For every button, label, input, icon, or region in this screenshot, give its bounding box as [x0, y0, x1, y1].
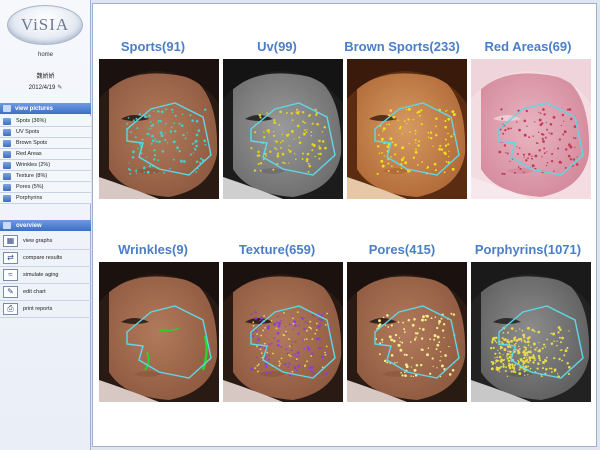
face-image — [99, 59, 219, 199]
overview-button[interactable]: overview — [0, 220, 91, 231]
view-pictures-button[interactable]: view pictures — [0, 103, 91, 114]
view-graphs-button[interactable]: ▦ view graphs — [0, 233, 91, 250]
overview-label: overview — [16, 222, 42, 229]
sidebar-item-spots[interactable]: Spots (36%) — [0, 116, 91, 127]
uv-spots-icon — [3, 128, 11, 136]
face-image — [223, 59, 343, 199]
face-image — [347, 262, 467, 402]
camera-icon — [3, 105, 11, 112]
spots-icon — [3, 117, 11, 125]
red-areas-icon — [3, 150, 11, 158]
sidebar-item-label: Porphyrins — [16, 195, 43, 201]
aging-icon: ≈ — [3, 269, 18, 281]
face-image — [471, 262, 591, 402]
patient-date-text: 2012/4/19 — [28, 85, 56, 91]
tile-title-brown-spots: Brown Sports(233) — [344, 39, 460, 54]
compare-results-button[interactable]: ⇄ compare results — [0, 250, 91, 267]
edit-chart-button[interactable]: ✎ edit chart — [0, 284, 91, 301]
tile-pores[interactable] — [347, 262, 467, 402]
edit-chart-icon: ✎ — [3, 286, 18, 298]
face-image — [99, 262, 219, 402]
tile-spots[interactable] — [99, 59, 219, 199]
sidebar-item-brown-spots[interactable]: Brown Spots — [0, 138, 91, 149]
tile-uv[interactable] — [223, 59, 343, 199]
patient-date: 2012/4/19 ✎ — [0, 84, 91, 91]
sidebar-item-label: Texture (8%) — [16, 173, 48, 179]
pores-icon — [3, 183, 11, 191]
tool-label: compare results — [23, 255, 63, 261]
tool-label: edit chart — [23, 289, 46, 295]
edit-date-icon[interactable]: ✎ — [57, 85, 62, 91]
sidebar-item-porphyrins[interactable]: Porphyrins — [0, 193, 91, 204]
sidebar-item-label: Red Areas — [16, 151, 42, 157]
tile-title-pores: Pores(415) — [368, 242, 436, 257]
graph-icon: ▦ — [3, 235, 18, 247]
sidebar-item-red-areas[interactable]: Red Areas — [0, 149, 91, 160]
tile-title-spots: Sports(91) — [120, 39, 186, 54]
visia-logo: ViSIA — [7, 5, 83, 45]
tile-porphyrins[interactable] — [471, 262, 591, 402]
tile-red-areas[interactable] — [471, 59, 591, 199]
tool-label: simulate aging — [23, 272, 59, 278]
tile-texture[interactable] — [223, 262, 343, 402]
sidebar-item-label: Brown Spots — [16, 140, 48, 146]
tool-label: view graphs — [23, 238, 53, 244]
texture-icon — [3, 172, 11, 180]
tile-title-uv: Uv(99) — [257, 39, 297, 54]
tile-title-texture: Texture(659) — [238, 242, 316, 257]
home-link[interactable]: home — [0, 52, 91, 58]
logo-text: ViSIA — [20, 15, 70, 34]
tile-wrinkles[interactable] — [99, 262, 219, 402]
tool-label: print reports — [23, 306, 53, 312]
sidebar-item-label: Wrinkles (2%) — [16, 162, 51, 168]
tool-list: ▦ view graphs ⇄ compare results ≈ simulate … — [0, 233, 91, 318]
overview-panel: Sports(91) Uv(99) Brown Sports(233) Red … — [92, 3, 597, 447]
sidebar-item-pores[interactable]: Pores (5%) — [0, 182, 91, 193]
brown-spots-icon — [3, 139, 11, 147]
compare-icon: ⇄ — [3, 252, 18, 264]
sidebar: ViSIA home 魏娇娇 2012/4/19 ✎ view pictures … — [0, 0, 91, 450]
sidebar-item-label: Spots (36%) — [16, 118, 47, 124]
tile-title-red-areas: Red Areas(69) — [484, 39, 572, 54]
print-reports-button[interactable]: ⎙ print reports — [0, 301, 91, 318]
face-image — [347, 59, 467, 199]
sidebar-item-wrinkles[interactable]: Wrinkles (2%) — [0, 160, 91, 171]
wrinkles-icon — [3, 161, 11, 169]
porphyrins-icon — [3, 194, 11, 202]
tile-brown-spots[interactable] — [347, 59, 467, 199]
sidebar-item-uv-spots[interactable]: UV Spots — [0, 127, 91, 138]
view-pictures-label: view pictures — [15, 105, 54, 112]
face-image — [223, 262, 343, 402]
tile-title-wrinkles: Wrinkles(9) — [118, 242, 188, 257]
sidebar-item-label: Pores (5%) — [16, 184, 44, 190]
patient-name: 魏娇娇 — [36, 74, 55, 80]
sidebar-item-label: UV Spots — [16, 129, 40, 135]
face-image — [471, 59, 591, 199]
sidebar-item-texture[interactable]: Texture (8%) — [0, 171, 91, 182]
simulate-aging-button[interactable]: ≈ simulate aging — [0, 267, 91, 284]
printer-icon: ⎙ — [3, 303, 18, 315]
analysis-list: Spots (36%) UV Spots Brown Spots Red Are… — [0, 116, 91, 204]
tile-title-porphyrins: Porphyrins(1071) — [474, 242, 582, 257]
overview-icon — [3, 222, 11, 229]
